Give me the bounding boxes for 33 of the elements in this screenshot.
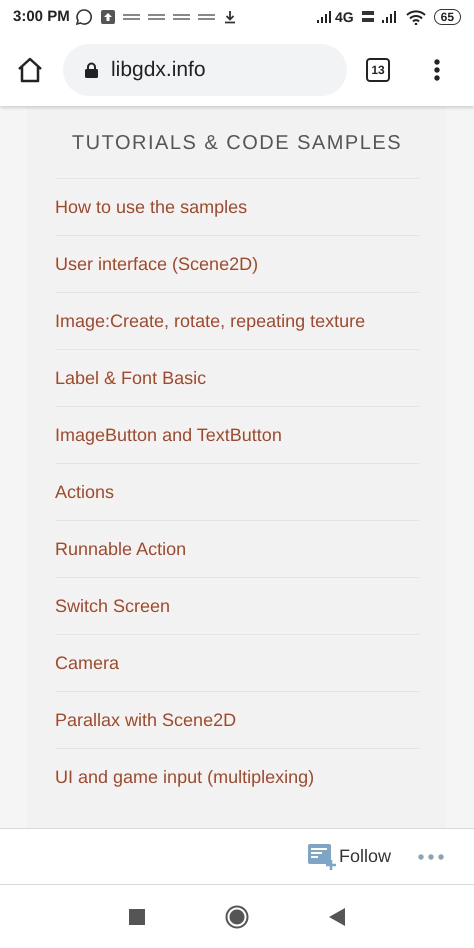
wifi-icon: [406, 10, 426, 24]
address-bar[interactable]: libgdx.info: [63, 44, 347, 96]
follow-button[interactable]: Follow: [338, 843, 391, 870]
signal-icon: [382, 11, 398, 23]
section-title: TUTORIALS & CODE SAMPLES: [70, 131, 404, 156]
chat-icon: [74, 8, 93, 26]
back-button[interactable]: [329, 908, 345, 926]
home-button[interactable]: [225, 904, 249, 928]
lock-icon: [85, 62, 98, 78]
recents-button[interactable]: [129, 908, 145, 924]
tutorial-link[interactable]: Actions: [55, 478, 114, 506]
signal-icon: [316, 11, 333, 23]
upload-icon: [100, 10, 115, 24]
network-type: 4G: [334, 8, 354, 26]
more-icon[interactable]: [418, 854, 444, 860]
status-time: 3:00 PM: [13, 6, 70, 27]
tutorial-link[interactable]: Camera: [55, 650, 120, 676]
menu-icon[interactable]: [434, 59, 440, 81]
tutorial-link[interactable]: Image:Create, rotate, repeating texture: [55, 308, 366, 334]
tutorial-link[interactable]: User interface (Scene2D): [55, 250, 258, 278]
tab-count-button[interactable]: 13: [366, 58, 390, 82]
tutorial-link[interactable]: UI and game input (multiplexing): [55, 764, 314, 790]
url-text: libgdx.info: [111, 57, 206, 84]
tutorial-link[interactable]: ImageButton and TextButton: [55, 422, 282, 448]
download-icon: [222, 10, 237, 24]
tutorial-link[interactable]: Parallax with Scene2D: [55, 706, 236, 734]
battery-indicator: 65: [434, 9, 461, 25]
follow-icon[interactable]: [308, 844, 336, 870]
home-icon[interactable]: [16, 57, 44, 83]
tutorial-link[interactable]: Label & Font Basic: [55, 364, 206, 392]
tutorial-link[interactable]: Runnable Action: [55, 536, 186, 562]
tutorial-link[interactable]: Switch Screen: [55, 592, 170, 620]
tutorial-link[interactable]: How to use the samples: [55, 194, 248, 220]
